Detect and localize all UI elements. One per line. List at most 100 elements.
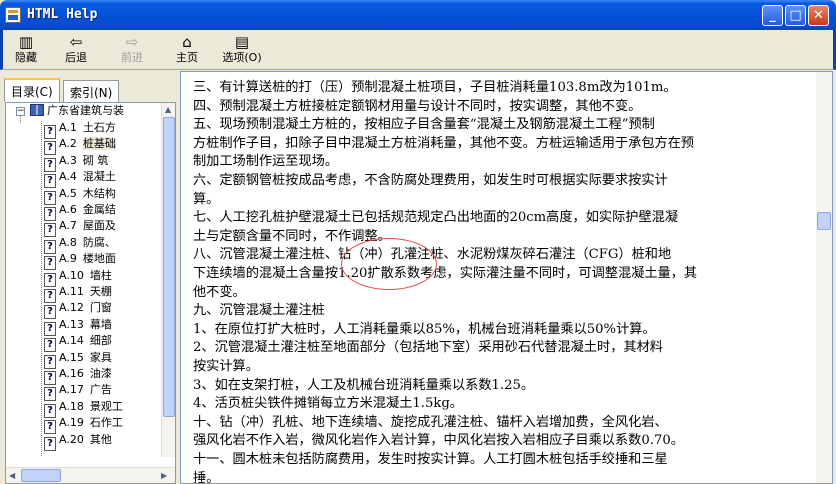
tree-item[interactable]: ? A.1 土石方 <box>44 120 116 139</box>
tree-item-label: 混凝土 <box>82 170 116 184</box>
tree-item[interactable]: ? A.10 墙柱 <box>44 268 112 287</box>
tree-root-item[interactable]: 广东省建筑与装 <box>28 103 124 119</box>
content-line: 制加工场制作运至现场。 <box>193 154 339 170</box>
tree-item[interactable]: ? A.18 景观工 <box>44 399 123 418</box>
content-line: 十一、圆木桩未包括防腐费用，发生时按实计算。人工打圆木桩包括手绞捶和三星 <box>193 452 668 467</box>
content-line: 八、沉管混凝土灌注桩、钻（冲）孔灌注桩、水泥粉煤灰碎石灌注（CFG）桩和地 <box>193 247 672 263</box>
home-button[interactable]: ⌂ 主页 <box>166 33 208 67</box>
scroll-right-icon[interactable]: ▶ <box>161 471 167 480</box>
tree-item[interactable]: ? A.9 楼地面 <box>44 251 116 271</box>
tree-vertical-scrollbar[interactable]: ▲ <box>161 103 175 457</box>
tree-item-label: 木结构 <box>82 186 116 200</box>
tree-item[interactable]: ? A.8 防腐、 <box>44 235 116 254</box>
tab-contents[interactable]: 目录(C) <box>4 78 60 102</box>
scroll-left-icon[interactable]: ◀ <box>9 471 15 480</box>
content-line: 九、沉管混凝土灌注桩 <box>193 303 325 319</box>
nav-tabs: 目录(C) 索引(N) <box>3 78 178 102</box>
content-line: 按实计算。 <box>193 359 259 374</box>
tree-item-label: 防腐、 <box>82 235 116 249</box>
contents-tree: − 广东省建筑与装 ? A.1 土石方? A.2 桩基础? A.3 砌 筑? A.4 混凝土? A… <box>5 102 176 484</box>
topic-content-pane: 三、有计算送桩的打（压）预制混凝土桩项目，子目桩消耗量103.8m改为101m。… <box>180 71 833 484</box>
content-line: 下连续墙的混凝土含量按1.20扩散系数考虑，实际灌注量不同时，可调整混凝土量，其 <box>193 266 698 281</box>
content-line: 方桩制作子目，扣除子目中混凝土方桩消耗量，其他不变。方桩运输适用于承包方在预 <box>193 135 695 151</box>
content-line: 七、人工挖孔桩护壁混凝土已包括规范规定凸出地面的20cm高度，如实际护壁混凝 <box>193 210 679 226</box>
collapse-icon[interactable]: − <box>16 107 25 116</box>
tree-item-label: 土石方 <box>82 121 116 134</box>
tree-item-code: A.16 <box>59 367 84 380</box>
tree-item[interactable]: ? A.15 家具 <box>44 350 112 369</box>
tree-item[interactable]: ? A.3 砌 筑 <box>44 153 109 172</box>
toolbar: ▥ 隐藏 ⇦ 后退 ⇨ 前进 ⌂ 主页 ▤ 选项(O) <box>0 30 836 70</box>
tree-item-code: A.4 <box>59 170 77 184</box>
tree-item-label: 家具 <box>89 350 112 364</box>
tree-item-label: 墙柱 <box>89 268 112 282</box>
red-circle-annotation <box>341 238 437 290</box>
hide-panel-icon: ▥ <box>18 33 34 51</box>
tree-item-code: A.7 <box>59 219 77 233</box>
tree-item-code: A.5 <box>59 186 77 200</box>
content-line: 算。 <box>193 191 220 207</box>
tree-item[interactable]: ? A.5 木结构 <box>44 186 116 205</box>
minimize-button[interactable]: _ <box>762 5 783 26</box>
hide-button[interactable]: ▥ 隐藏 <box>5 33 47 67</box>
tree-item-label: 其他 <box>89 432 112 446</box>
tree-item[interactable]: ? A.6 金属结 <box>44 202 116 221</box>
tree-item-code: A.2 <box>59 137 77 151</box>
tree-item-code: A.12 <box>59 301 84 315</box>
tree-item[interactable]: ? A.4 混凝土 <box>44 169 116 189</box>
tree-item-label: 砌 筑 <box>82 153 109 167</box>
tree-item[interactable]: ? A.14 细部 <box>44 333 112 353</box>
content-line: 四、预制混凝土方桩接桩定额钢材用量与设计不同时，按实调整，其他不变。 <box>193 98 642 114</box>
scroll-up-icon[interactable]: ▲ <box>165 105 171 114</box>
back-arrow-icon: ⇦ <box>69 33 83 51</box>
tree-item-code: A.19 <box>59 416 84 430</box>
content-line: 他不变。 <box>193 284 246 300</box>
tree-guide-line <box>41 121 42 456</box>
back-button[interactable]: ⇦ 后退 <box>55 33 97 67</box>
maximize-button[interactable]: □ <box>785 5 806 26</box>
tree-item-label: 桩基础 <box>82 137 116 151</box>
tree-item[interactable]: ? A.19 石作工 <box>44 415 123 435</box>
tree-item-label: 细部 <box>89 334 112 348</box>
tree-item[interactable]: ? A.13 幕墙 <box>44 317 112 336</box>
options-icon: ▤ <box>234 33 250 51</box>
tree-item-label: 楼地面 <box>82 252 116 266</box>
tree-item-label: 石作工 <box>89 416 123 430</box>
content-line: 土与定额含量不同时，不作调整。 <box>193 228 391 244</box>
tree-item-code: A.1 <box>59 121 77 134</box>
content-line: 3、如在支架打桩，人工及机械台班消耗量乘以系数1.25。 <box>193 377 535 393</box>
forward-button[interactable]: ⇨ 前进 <box>111 33 153 67</box>
tree-item[interactable]: ? A.7 屋面及 <box>44 218 116 238</box>
close-button[interactable]: ✕ <box>808 5 829 26</box>
tree-item-code: A.8 <box>59 235 77 249</box>
title-bar: HTML Help _ □ ✕ <box>0 0 836 30</box>
tree-item-code: A.20 <box>59 432 84 446</box>
forward-arrow-icon: ⇨ <box>125 33 139 51</box>
tree-item[interactable]: ? A.16 油漆 <box>44 366 112 385</box>
content-line: 4、活页桩尖铁件摊销每立方米混凝土1.5kg。 <box>193 396 463 412</box>
tree-item-label: 广告 <box>89 383 112 397</box>
tree-item-label: 天棚 <box>89 285 112 298</box>
tree-horizontal-scrollbar[interactable]: ◀ ▶ <box>6 467 175 483</box>
tree-item-code: A.3 <box>59 153 77 167</box>
content-line: 1、在原位打扩大桩时，人工消耗量乘以85%，机械台班消耗量乘以50%计算。 <box>193 321 656 337</box>
options-button[interactable]: ▤ 选项(O) <box>217 33 267 67</box>
tree-item-label: 屋面及 <box>82 219 116 233</box>
tree-hscroll-thumb[interactable] <box>21 469 61 482</box>
tree-item-code: A.13 <box>59 317 84 331</box>
tree-item[interactable]: ? A.2 桩基础 <box>44 136 116 156</box>
tree-item-code: A.11 <box>59 285 84 298</box>
content-vertical-scrollbar[interactable] <box>816 72 832 483</box>
tree-item-code: A.9 <box>59 252 77 266</box>
tree-item[interactable]: ? A.17 广告 <box>44 382 112 402</box>
tab-index[interactable]: 索引(N) <box>63 80 120 102</box>
content-vscroll-thumb[interactable] <box>817 212 831 230</box>
content-line: 五、现场预制混凝土方桩的，按相应子目含量套“混凝土及钢筋混凝土工程”预制 <box>193 117 655 133</box>
content-line: 捶。 <box>193 470 220 484</box>
tree-vscroll-thumb[interactable] <box>163 117 175 417</box>
tree-item[interactable]: ? A.11 天棚 <box>44 284 112 303</box>
help-page-icon: ? <box>44 436 56 451</box>
tree-item[interactable]: ? A.20 其他 <box>44 432 112 451</box>
tree-item-label: 幕墙 <box>89 317 112 331</box>
tree-item[interactable]: ? A.12 门窗 <box>44 300 112 320</box>
